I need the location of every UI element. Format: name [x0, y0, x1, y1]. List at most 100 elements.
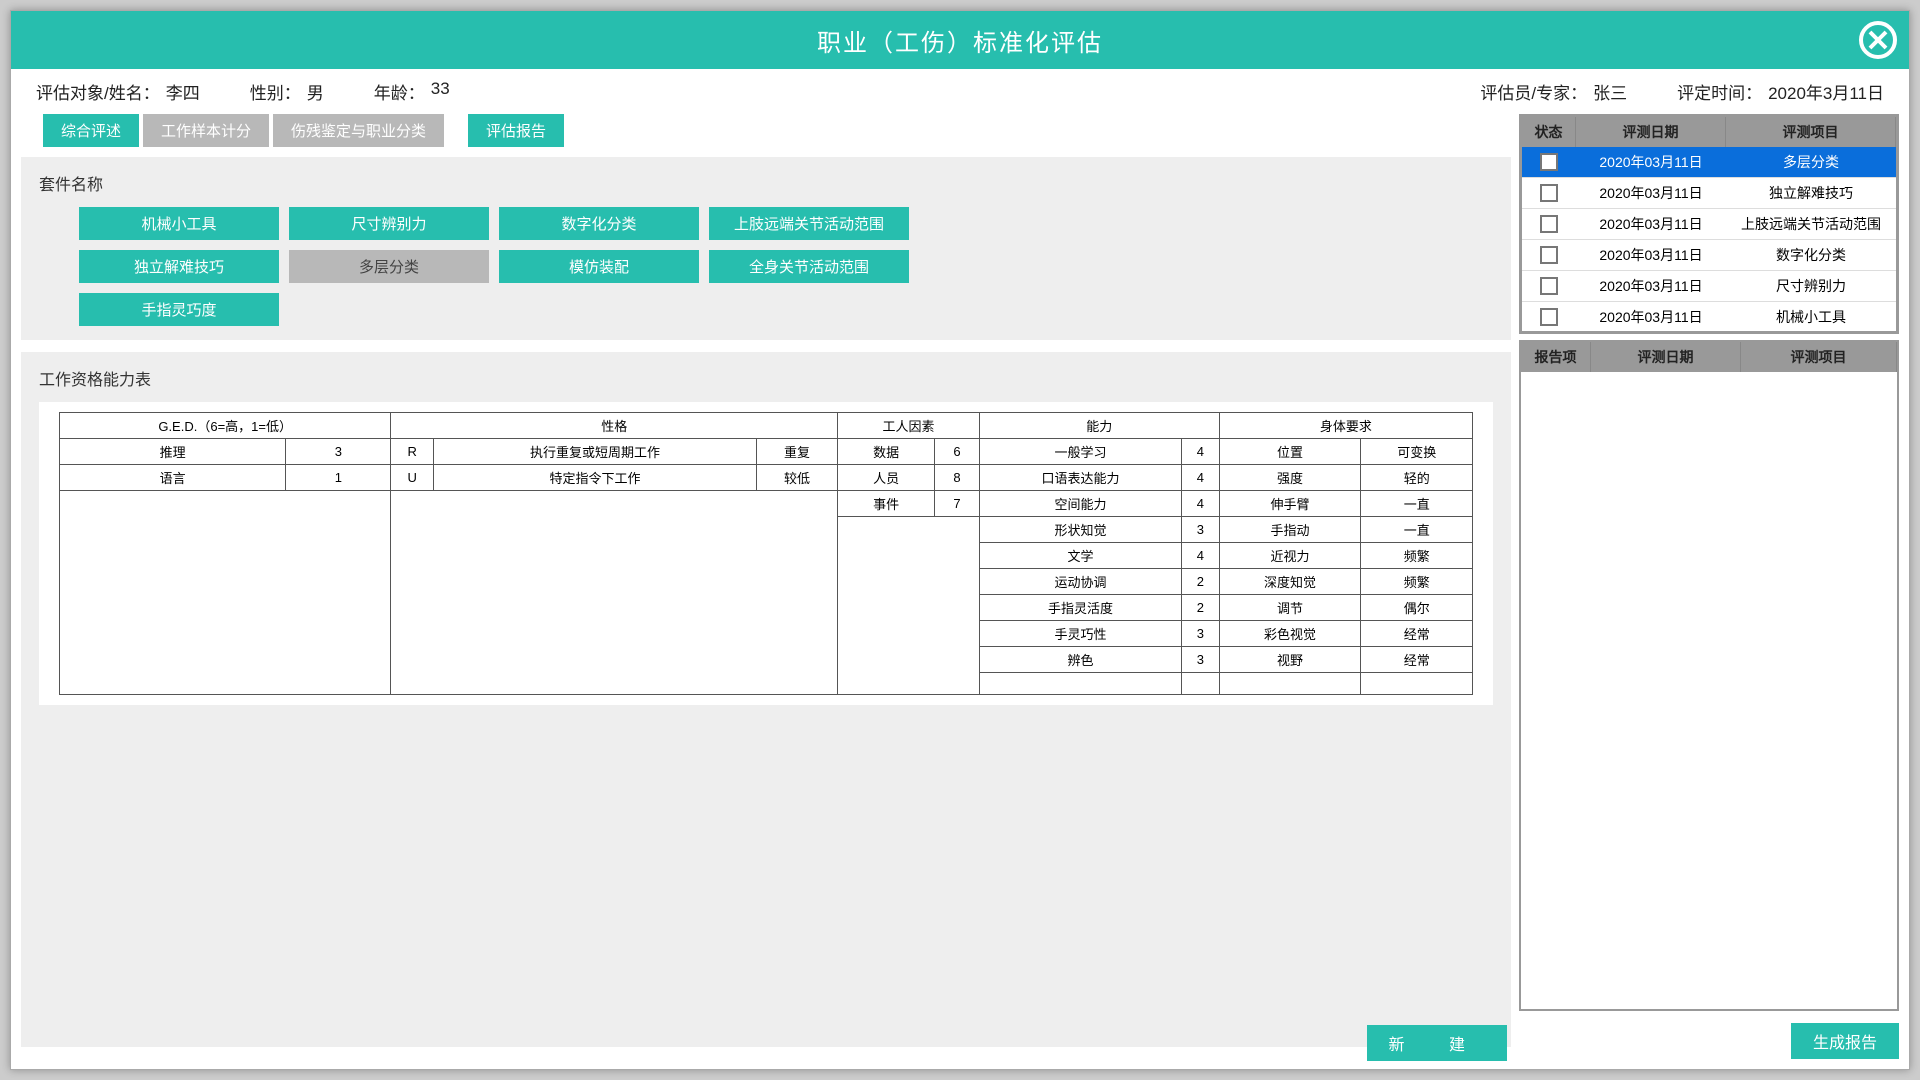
rt-h-date: 评测日期: [1576, 117, 1726, 147]
kit-btn-7[interactable]: 全身关节活动范围: [709, 250, 909, 283]
bd-r5c0: 深度知觉: [1219, 569, 1361, 595]
wf-r1c1: 8: [935, 465, 980, 491]
kit-btn-4[interactable]: 独立解难技巧: [79, 250, 279, 283]
ab-r5c0: 运动协调: [979, 569, 1181, 595]
tr-r0c1: 执行重复或短周期工作: [434, 439, 757, 465]
kit-btn-8[interactable]: 手指灵巧度: [79, 293, 279, 326]
ab-r6c0: 手指灵活度: [979, 595, 1181, 621]
bd-r0c0: 位置: [1219, 439, 1361, 465]
kit-btn-3[interactable]: 上肢远端关节活动范围: [709, 207, 909, 240]
status-checkbox[interactable]: [1540, 246, 1558, 264]
gender-value: 男: [307, 79, 324, 104]
tr-r0c0: R: [391, 439, 434, 465]
kit-btn-0[interactable]: 机械小工具: [79, 207, 279, 240]
age-value: 33: [431, 79, 450, 104]
bd-r7c0: 彩色视觉: [1219, 621, 1361, 647]
horizontal-scrollbar[interactable]: [1522, 333, 1896, 334]
tr-r1c1: 特定指令下工作: [434, 465, 757, 491]
rt-h-item: 评测项目: [1726, 117, 1896, 147]
tab-summary[interactable]: 综合评述: [43, 114, 139, 147]
status-checkbox[interactable]: [1540, 184, 1558, 202]
wf-r2c1: 7: [935, 491, 980, 517]
th-body: 身体要求: [1219, 413, 1472, 439]
wf-r0c1: 6: [935, 439, 980, 465]
ab-r7c0: 手灵巧性: [979, 621, 1181, 647]
assessment-item: 多层分类: [1726, 147, 1896, 177]
generate-report-button[interactable]: 生成报告: [1791, 1023, 1899, 1059]
wf-r0c0: 数据: [838, 439, 935, 465]
assessment-date: 2020年03月11日: [1576, 147, 1726, 177]
bd-r6c0: 调节: [1219, 595, 1361, 621]
assessment-item: 上肢远端关节活动范围: [1726, 209, 1896, 239]
bd-r1c1: 轻的: [1361, 465, 1473, 491]
assessment-date: 2020年03月11日: [1576, 302, 1726, 332]
rt2-h-date: 评测日期: [1591, 342, 1741, 372]
bd-r3c0: 手指动: [1219, 517, 1361, 543]
assessment-date: 2020年03月11日: [1576, 178, 1726, 208]
ab-r7c1: 3: [1182, 621, 1220, 647]
assessment-row[interactable]: 2020年03月11日尺寸辨别力: [1522, 271, 1896, 302]
kit-btn-1[interactable]: 尺寸辨别力: [289, 207, 489, 240]
ged-r0c1: 3: [286, 439, 391, 465]
ab-r2c0: 空间能力: [979, 491, 1181, 517]
window-title: 职业（工伤）标准化评估: [817, 23, 1103, 58]
bd-r3c1: 一直: [1361, 517, 1473, 543]
kit-btn-2[interactable]: 数字化分类: [499, 207, 699, 240]
th-trait: 性格: [391, 413, 838, 439]
ab-r4c1: 4: [1182, 543, 1220, 569]
ged-r1c0: 语言: [60, 465, 286, 491]
assessment-date: 2020年03月11日: [1576, 209, 1726, 239]
bd-r2c1: 一直: [1361, 491, 1473, 517]
header-info: 评估对象/姓名：李四 性别：男 年龄：33 评估员/专家：张三 评定时间：202…: [11, 69, 1909, 114]
ab-r6c1: 2: [1182, 595, 1220, 621]
status-checkbox[interactable]: [1540, 277, 1558, 295]
assessment-item: 尺寸辨别力: [1726, 271, 1896, 301]
assessment-row[interactable]: 2020年03月11日机械小工具: [1522, 302, 1896, 333]
ged-r1c1: 1: [286, 465, 391, 491]
tab-disability[interactable]: 伤残鉴定与职业分类: [273, 114, 444, 147]
tr-r0c2: 重复: [756, 439, 837, 465]
ab-r0c1: 4: [1182, 439, 1220, 465]
ged-r0c0: 推理: [60, 439, 286, 465]
tr-r1c0: U: [391, 465, 434, 491]
assessment-row[interactable]: 2020年03月11日数字化分类: [1522, 240, 1896, 271]
date-value: 2020年3月11日: [1768, 79, 1884, 104]
kit-title: 套件名称: [39, 171, 1493, 195]
status-checkbox[interactable]: [1540, 308, 1558, 326]
kit-btn-6[interactable]: 模仿装配: [499, 250, 699, 283]
close-button[interactable]: [1857, 19, 1899, 61]
status-checkbox[interactable]: [1540, 215, 1558, 233]
assessment-item: 机械小工具: [1726, 302, 1896, 332]
ab-r5c1: 2: [1182, 569, 1220, 595]
tab-sample-score[interactable]: 工作样本计分: [143, 114, 269, 147]
ab-r8c0: 辨色: [979, 647, 1181, 673]
ab-r4c0: 文学: [979, 543, 1181, 569]
rt-h-status: 状态: [1522, 117, 1576, 147]
capability-title: 工作资格能力表: [39, 366, 1493, 390]
new-button[interactable]: 新 建: [1367, 1025, 1507, 1061]
bd-r8c0: 视野: [1219, 647, 1361, 673]
kit-btn-5[interactable]: 多层分类: [289, 250, 489, 283]
bd-r6c1: 偶尔: [1361, 595, 1473, 621]
titlebar: 职业（工伤）标准化评估: [11, 11, 1909, 69]
ab-r3c0: 形状知觉: [979, 517, 1181, 543]
capability-panel: 工作资格能力表 G.E.D.（6=高，1=低） 性格 工人因素 能力 身体要求: [21, 352, 1511, 1047]
rt2-h-report: 报告项: [1521, 342, 1591, 372]
th-ability: 能力: [979, 413, 1219, 439]
bd-r2c0: 伸手臂: [1219, 491, 1361, 517]
assessment-row[interactable]: 2020年03月11日多层分类: [1522, 147, 1896, 178]
th-worker: 工人因素: [838, 413, 980, 439]
tab-report[interactable]: 评估报告: [468, 114, 564, 147]
assessment-row[interactable]: 2020年03月11日独立解难技巧: [1522, 178, 1896, 209]
assessment-list: 状态 评测日期 评测项目 2020年03月11日多层分类2020年03月11日独…: [1519, 114, 1899, 334]
main-window: 职业（工伤）标准化评估 评估对象/姓名：李四 性别：男 年龄：33 评估员/专家…: [10, 10, 1910, 1070]
capability-table: G.E.D.（6=高，1=低） 性格 工人因素 能力 身体要求 推理3 R执行重…: [59, 412, 1473, 695]
bd-r0c1: 可变换: [1361, 439, 1473, 465]
status-checkbox[interactable]: [1540, 153, 1558, 171]
assessment-date: 2020年03月11日: [1576, 271, 1726, 301]
assessment-item: 数字化分类: [1726, 240, 1896, 270]
gender-label: 性别：: [250, 79, 301, 104]
assessment-row[interactable]: 2020年03月11日上肢远端关节活动范围: [1522, 209, 1896, 240]
ab-r0c0: 一般学习: [979, 439, 1181, 465]
bd-r5c1: 频繁: [1361, 569, 1473, 595]
